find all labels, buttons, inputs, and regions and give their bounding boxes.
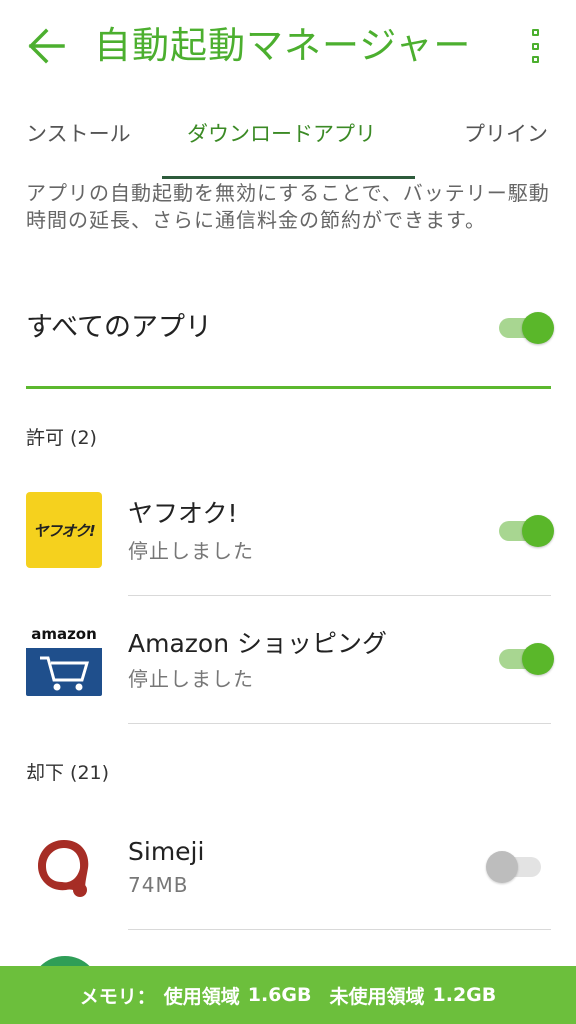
app-name: Simeji <box>128 837 205 866</box>
arrow-left-icon <box>28 28 65 64</box>
simeji-app-icon <box>26 828 102 904</box>
tab-indicator <box>162 176 415 179</box>
tab-preinstalled[interactable]: プリイン <box>464 118 548 150</box>
app-bar: 自動起動マネージャー <box>0 0 576 92</box>
used-memory-label: 使用領域 <box>163 985 240 1008</box>
back-button[interactable] <box>22 24 70 68</box>
app-toggle-amazon[interactable] <box>496 642 554 675</box>
app-name: ヤフオク! <box>128 499 238 528</box>
list-item-yahuoku[interactable]: ヤフオク! ヤフオク! 停止しました <box>0 468 576 596</box>
more-vertical-icon <box>531 29 539 36</box>
tab-bar: ンストール ダウンロードアプリ プリイン <box>0 100 576 180</box>
app-toggle-yahuoku[interactable] <box>496 514 554 547</box>
free-memory-value: 1.2GB <box>432 984 497 1006</box>
shopping-cart-icon <box>40 656 90 691</box>
more-options-button[interactable] <box>520 26 550 66</box>
page-title: 自動起動マネージャー <box>94 24 472 67</box>
tab-installed[interactable]: ンストール <box>26 118 131 150</box>
row-divider <box>128 723 551 724</box>
denied-section-header: 却下 (21) <box>26 762 110 784</box>
app-status: 停止しました <box>128 667 254 691</box>
app-name: Amazon ショッピング <box>128 629 387 658</box>
tab-downloaded-apps[interactable]: ダウンロードアプリ <box>187 118 376 150</box>
all-apps-toggle[interactable] <box>496 311 554 344</box>
app-status: 停止しました <box>128 539 254 563</box>
used-memory-value: 1.6GB <box>247 984 312 1006</box>
memory-label: メモリ： <box>79 985 156 1008</box>
all-apps-row: すべてのアプリ <box>26 300 554 358</box>
row-divider <box>128 929 551 930</box>
allowed-section-header: 許可 (2) <box>26 427 97 449</box>
memory-status-bar: メモリ： 使用領域 1.6GB 未使用領域 1.2GB <box>0 966 576 1024</box>
free-memory-label: 未使用領域 <box>329 985 425 1008</box>
section-divider <box>26 386 551 389</box>
amazon-logo-text: amazon <box>31 625 97 643</box>
all-apps-label: すべてのアプリ <box>26 312 213 343</box>
yahuoku-app-icon: ヤフオク! <box>26 492 102 568</box>
amazon-app-icon: amazon <box>26 620 102 696</box>
yahuoku-logo-text: ヤフオク! <box>33 521 96 540</box>
list-item-simeji[interactable]: Simeji 74MB <box>0 804 576 932</box>
app-size: 74MB <box>128 873 189 897</box>
list-item-amazon[interactable]: amazon Amazon ショッピング 停止しました <box>0 596 576 724</box>
app-toggle-simeji[interactable] <box>486 850 548 883</box>
description-text: アプリの自動起動を無効にすることで、バッテリー駆動時間の延長、さらに通信料金の節… <box>26 181 550 232</box>
